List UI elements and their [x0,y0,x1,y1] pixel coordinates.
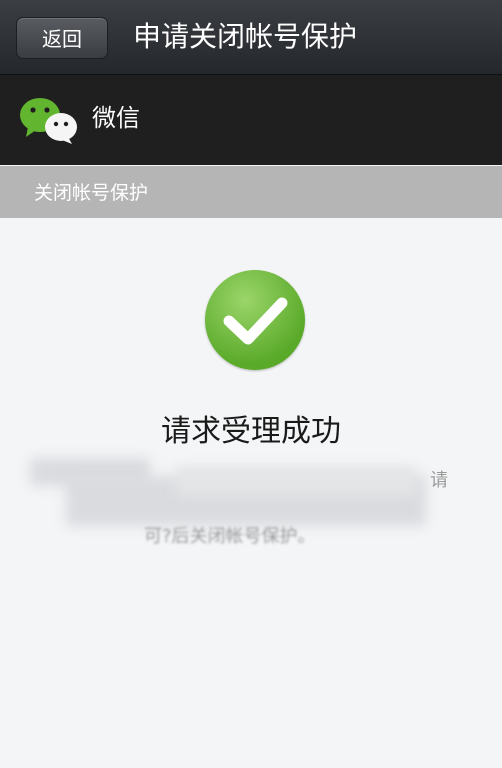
app-name: 微信 [92,104,140,132]
check-circle-icon [205,270,305,370]
top-navigation-bar: 返回 申请关闭帐号保护 [0,0,502,75]
result-title: 请求受理成功 [161,414,341,449]
blurred-text [176,466,416,496]
screen: 返回 申请关闭帐号保护 微信 关闭帐号保护 请求受理成功 请 可?后关闭帐号保护… [0,0,502,768]
obscured-description: 请 可?后关闭帐号保护。 [26,452,476,552]
section-label: 关闭帐号保护 [34,182,149,204]
wechat-logo-icon [18,95,80,145]
back-button[interactable]: 返回 [16,17,108,59]
description-fragment: 可?后关闭帐号保护。 [144,526,316,547]
page-title: 申请关闭帐号保护 [133,20,358,53]
description-fragment: 请 [430,470,448,491]
